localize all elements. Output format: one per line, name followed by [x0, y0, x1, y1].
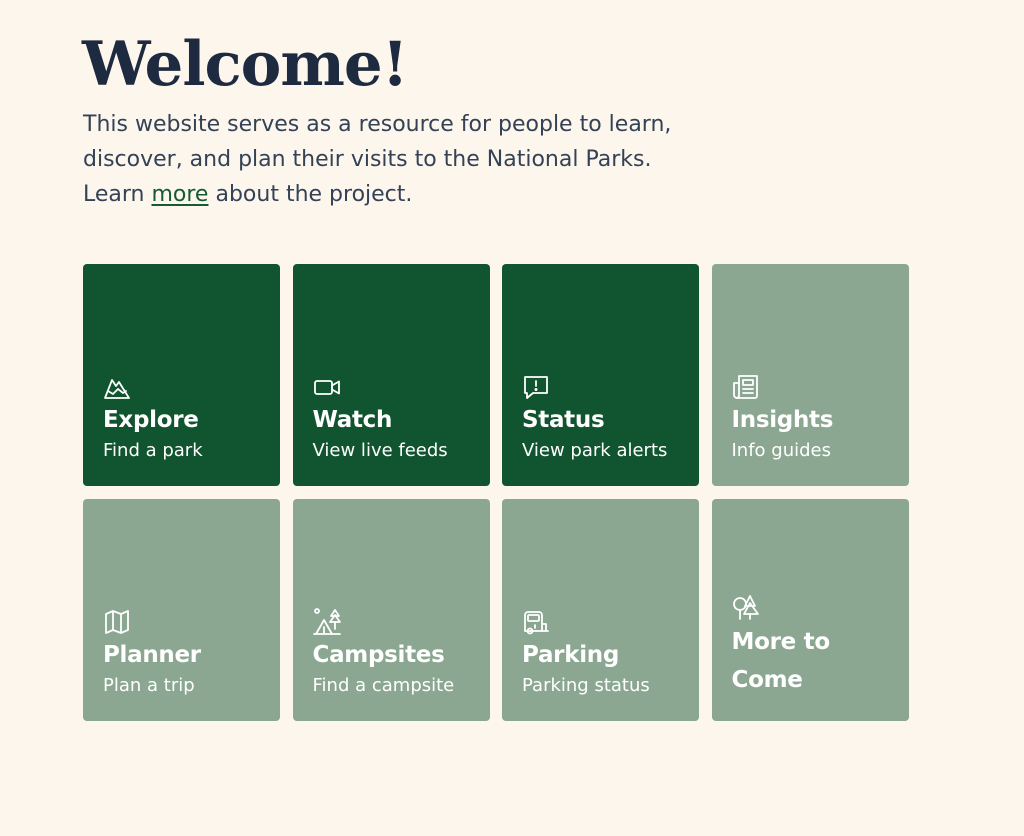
- parking-card-title: Parking: [522, 642, 620, 668]
- trees-icon: [731, 593, 761, 623]
- explore-card-subtitle: Find a park: [103, 440, 203, 461]
- watch-card-title: Watch: [312, 407, 393, 433]
- page-title: Welcome!: [82, 29, 408, 100]
- insights-card-title: Insights: [731, 407, 834, 433]
- campsites-card[interactable]: Campsites Find a campsite: [292, 499, 490, 721]
- map-icon: [102, 607, 132, 637]
- more-to-come-title-line-1: More to: [731, 629, 831, 655]
- mountain-icon: [102, 372, 132, 402]
- nav-card-grid: Explore Find a park Watch View live feed…: [83, 264, 909, 721]
- status-card-subtitle: View park alerts: [522, 440, 668, 461]
- parking-card[interactable]: Parking Parking status: [502, 499, 699, 721]
- video-camera-icon: [312, 372, 342, 402]
- more-link[interactable]: more: [151, 182, 208, 207]
- alert-message-icon: [521, 372, 551, 402]
- explore-card-title: Explore: [103, 407, 199, 433]
- explore-card[interactable]: Explore Find a park: [83, 264, 280, 486]
- intro-line-2: discover, and plan their visits to the N…: [83, 147, 652, 172]
- campsites-card-title: Campsites: [312, 642, 445, 668]
- parking-card-subtitle: Parking status: [522, 675, 650, 696]
- more-to-come-title-line-2: Come: [731, 667, 803, 693]
- intro-line-1: This website serves as a resource for pe…: [83, 112, 672, 137]
- planner-card[interactable]: Planner Plan a trip: [83, 499, 280, 721]
- intro-suffix: about the project.: [208, 182, 413, 207]
- status-card[interactable]: Status View park alerts: [502, 264, 699, 486]
- campsites-card-subtitle: Find a campsite: [312, 675, 455, 696]
- camping-tent-icon: [312, 607, 342, 637]
- insights-card[interactable]: Insights Info guides: [711, 264, 909, 486]
- newspaper-icon: [731, 372, 761, 402]
- status-card-title: Status: [522, 407, 605, 433]
- watch-card[interactable]: Watch View live feeds: [292, 264, 490, 486]
- intro-prefix: Learn: [83, 182, 152, 207]
- insights-card-subtitle: Info guides: [731, 440, 832, 461]
- planner-card-title: Planner: [103, 642, 201, 668]
- page: Welcome! This website serves as a resour…: [0, 0, 1024, 836]
- more-to-come-card[interactable]: More to Come: [711, 499, 909, 721]
- planner-card-subtitle: Plan a trip: [103, 675, 195, 696]
- intro-text: This website serves as a resource for pe…: [83, 107, 763, 212]
- camper-van-icon: [521, 607, 551, 637]
- watch-card-subtitle: View live feeds: [312, 440, 448, 461]
